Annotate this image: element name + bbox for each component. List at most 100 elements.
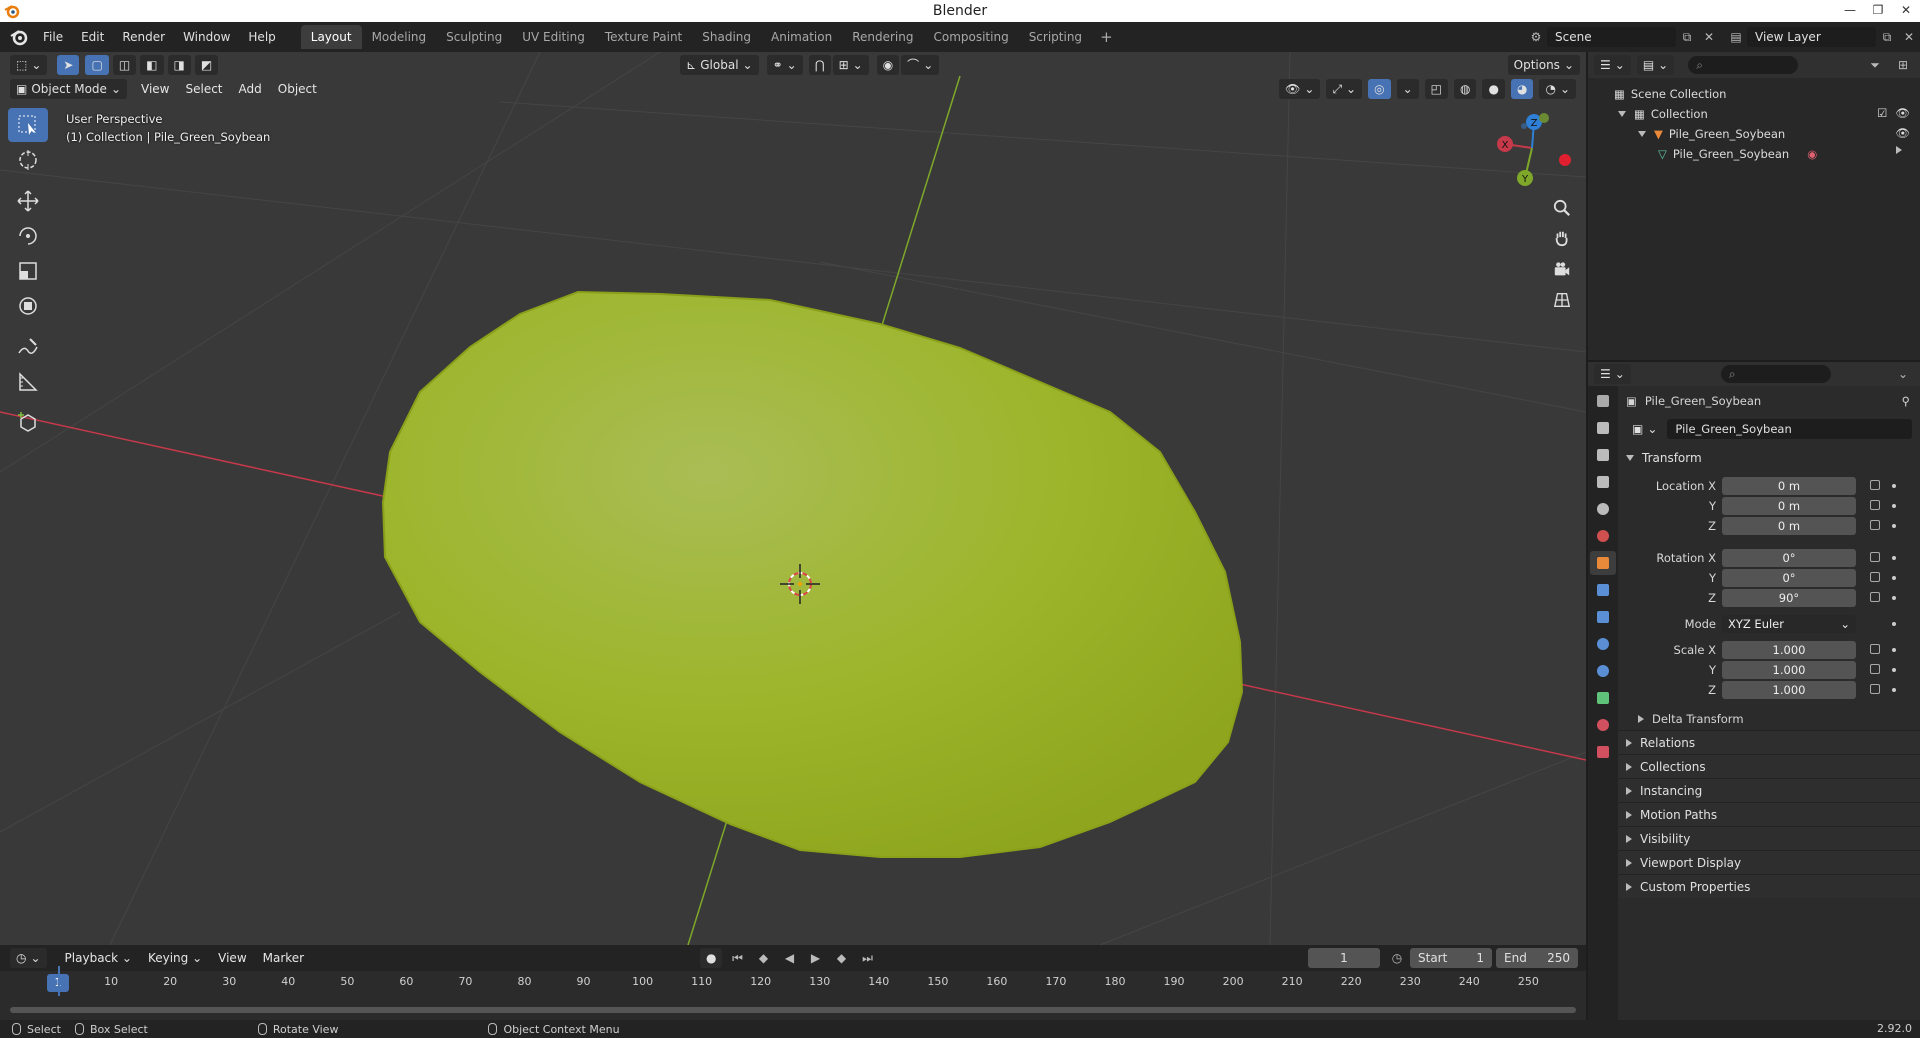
tab-world[interactable] (1590, 524, 1616, 548)
rendered-shading-button[interactable]: ◔ ⌄ (1539, 79, 1576, 99)
close-button[interactable]: ✕ (1892, 0, 1920, 22)
blender-menu-icon[interactable] (8, 26, 30, 48)
clock-toggle-icon[interactable]: ◷ (1386, 948, 1408, 968)
overlay-dropdown[interactable]: ⌄ (1396, 79, 1419, 99)
options-dropdown[interactable]: Options ⌄ (1507, 55, 1580, 75)
new-scene-icon[interactable]: ⧉ (1676, 27, 1698, 47)
select-new-icon[interactable]: ▢ (85, 55, 109, 75)
tool-transform[interactable] (8, 289, 48, 323)
gizmo-toggle-button[interactable]: ⤢ ⌄ (1326, 79, 1363, 99)
tab-modifiers[interactable] (1590, 578, 1616, 602)
datablock-browse-button[interactable]: ▣ ⌄ (1626, 419, 1664, 439)
lock-icon[interactable] (1870, 480, 1880, 490)
viewport-menu-view[interactable]: View (133, 82, 177, 96)
select-invert-icon[interactable]: ◨ (167, 55, 191, 75)
disclosure-down-icon[interactable] (1618, 111, 1626, 117)
tab-shading[interactable]: Shading (692, 25, 761, 49)
tool-annotate[interactable] (8, 330, 48, 364)
scale-z-field[interactable]: 1.000 (1722, 681, 1856, 699)
menu-edit[interactable]: Edit (72, 22, 113, 52)
properties-editor-type-button[interactable]: ☰ ⌄ (1594, 364, 1631, 384)
jump-end-icon[interactable]: ⏭ (856, 948, 878, 968)
scene-icon[interactable]: ⚙ (1525, 27, 1547, 47)
3d-viewport[interactable]: X Y Z ⬚ ⌄ ➤ ▢ ◫ ◧ ◨ ◩ ⊾ Global ⌄ ⚭ ⌄ ⋂ ⊞… (0, 52, 1586, 945)
tab-scripting[interactable]: Scripting (1019, 25, 1092, 49)
proportional-edit-button[interactable]: ◉ (876, 55, 900, 75)
viewport-display-section[interactable]: Viewport Display (1618, 850, 1920, 874)
solid-shading-button[interactable]: ● (1482, 79, 1505, 99)
editor-type-button[interactable]: ⬚ ⌄ (10, 55, 48, 75)
tab-scene[interactable] (1590, 497, 1616, 521)
tab-compositing[interactable]: Compositing (923, 25, 1018, 49)
lock-icon[interactable] (1870, 684, 1880, 694)
jump-start-icon[interactable]: ⏮ (726, 948, 748, 968)
tab-tool[interactable] (1590, 389, 1616, 413)
tool-scale[interactable] (8, 254, 48, 288)
motion-paths-section[interactable]: Motion Paths (1618, 802, 1920, 826)
properties-search-input[interactable]: ⌕ (1720, 365, 1831, 383)
restore-button[interactable]: ❐ (1864, 0, 1892, 22)
tab-layout[interactable]: Layout (300, 25, 362, 49)
custom-properties-section[interactable]: Custom Properties (1618, 874, 1920, 898)
keyframe-dot-icon[interactable] (1892, 668, 1896, 672)
object-mode-dropdown[interactable]: ▣ Object Mode ⌄ (10, 79, 127, 99)
pan-hand-icon[interactable] (1548, 224, 1576, 252)
new-view-layer-icon[interactable]: ⧉ (1876, 27, 1898, 47)
tab-view-layer[interactable] (1590, 470, 1616, 494)
minimize-button[interactable]: — (1836, 0, 1864, 22)
transform-section-header[interactable]: Transform (1618, 446, 1920, 470)
eye-icon[interactable]: 👁 (1895, 106, 1910, 120)
timeline-menu-marker[interactable]: Marker (255, 951, 312, 965)
timeline-menu-keying[interactable]: Keying ⌄ (140, 951, 210, 965)
auto-keying-button[interactable]: ● (700, 948, 723, 968)
falloff-button[interactable]: ⌒ ⌄ (901, 55, 940, 75)
exclude-checkbox-icon[interactable]: ☑ (1877, 106, 1887, 120)
datablock-name-field[interactable]: Pile_Green_Soybean (1667, 419, 1912, 439)
viewport-menu-add[interactable]: Add (231, 82, 270, 96)
timeline-editor-type-button[interactable]: ◷ ⌄ (10, 948, 47, 968)
relations-section[interactable]: Relations (1618, 730, 1920, 754)
outliner-row-object[interactable]: ▼ Pile_Green_Soybean 👁 (1588, 124, 1920, 144)
play-reverse-icon[interactable]: ◀ (778, 948, 800, 968)
lock-icon[interactable] (1870, 500, 1880, 510)
tab-sculpting[interactable]: Sculpting (436, 25, 512, 49)
collections-section[interactable]: Collections (1618, 754, 1920, 778)
keyframe-dot-icon[interactable] (1892, 648, 1896, 652)
new-collection-icon[interactable]: ⊞ (1892, 55, 1914, 75)
outliner-row-collection[interactable]: ▦ Collection ☑ 👁 (1588, 104, 1920, 124)
jump-keyframe-forward-icon[interactable]: ◆ (830, 948, 852, 968)
start-frame-field[interactable]: Start 1 (1410, 948, 1492, 968)
timeline-ruler[interactable]: 1102030405060708090100110120130140150160… (0, 971, 1586, 995)
lock-icon[interactable] (1870, 592, 1880, 602)
tab-particles[interactable] (1590, 605, 1616, 629)
tab-render[interactable] (1590, 416, 1616, 440)
keyframe-dot-icon[interactable] (1892, 576, 1896, 580)
visibility-section[interactable]: Visibility (1618, 826, 1920, 850)
tool-select-box[interactable] (8, 108, 48, 142)
rotation-mode-dropdown[interactable]: XYZ Euler ⌄ (1722, 615, 1856, 633)
keyframe-dot-icon[interactable] (1892, 556, 1896, 560)
tab-output[interactable] (1590, 443, 1616, 467)
eye-icon[interactable]: 👁 (1895, 126, 1910, 140)
timeline-scrollbar[interactable] (10, 1007, 1576, 1013)
camera-view-icon[interactable] (1548, 256, 1576, 284)
jump-keyframe-back-icon[interactable]: ◆ (752, 948, 774, 968)
tab-object[interactable] (1590, 551, 1616, 575)
play-icon[interactable]: ▶ (804, 948, 826, 968)
disclosure-right-icon[interactable] (1896, 146, 1902, 154)
pin-icon[interactable]: ⚲ (1902, 394, 1910, 408)
keyframe-dot-icon[interactable] (1892, 596, 1896, 600)
scale-y-field[interactable]: 1.000 (1722, 661, 1856, 679)
location-y-field[interactable]: 0 m (1722, 497, 1856, 515)
wireframe-shading-button[interactable]: ◍ (1454, 79, 1477, 99)
filter-icon[interactable]: ⏷ (1864, 55, 1886, 75)
scene-name-field[interactable]: Scene (1547, 27, 1676, 47)
timeline-menu-view[interactable]: View (210, 951, 254, 965)
tab-physics[interactable] (1590, 632, 1616, 656)
lock-icon[interactable] (1870, 644, 1880, 654)
lock-icon[interactable] (1870, 520, 1880, 530)
keyframe-dot-icon[interactable] (1892, 622, 1896, 626)
pivot-point-button[interactable]: ⚭ ⌄ (766, 55, 803, 75)
outliner-editor-type-button[interactable]: ☰ ⌄ (1594, 55, 1631, 75)
tab-texture-paint[interactable]: Texture Paint (595, 25, 692, 49)
